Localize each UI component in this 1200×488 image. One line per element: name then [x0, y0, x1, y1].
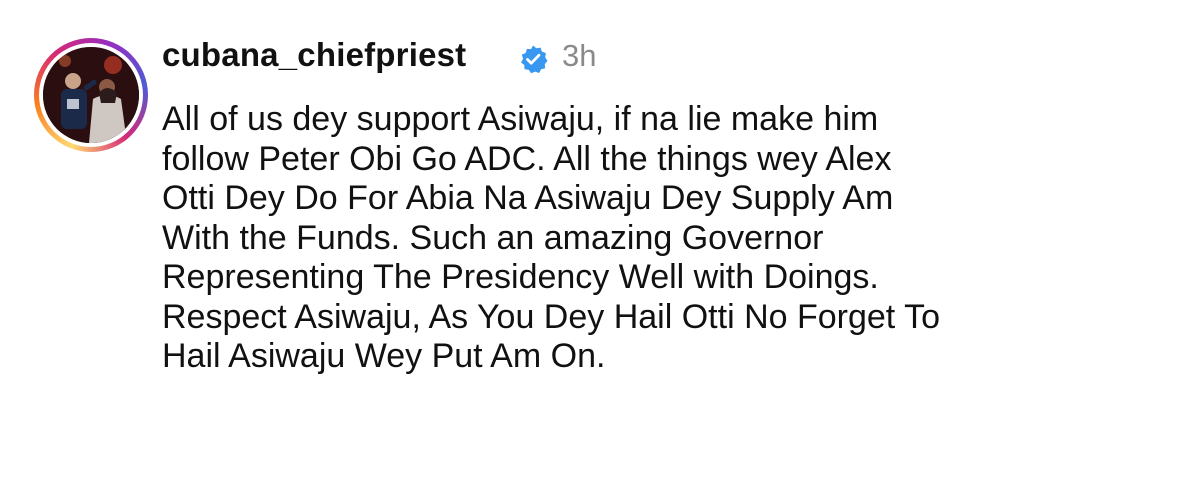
- instagram-comment: cubana_chiefpriest 3h All of us dey supp…: [0, 0, 1200, 488]
- comment-text-line: All of us dey support Asiwaju, if na lie…: [162, 100, 879, 138]
- comment-text-line: Representing The Presidency Well with Do…: [162, 258, 879, 296]
- comment-text-line: With the Funds. Such an amazing Governor: [162, 218, 824, 257]
- comment-text-line: Respect Asiwaju, As You Dey Hail Otti No…: [162, 297, 940, 336]
- avatar[interactable]: [43, 47, 139, 143]
- comment-text-line: Hail Asiwaju Wey Put Am On.: [162, 337, 606, 375]
- verified-badge-icon: [521, 45, 548, 74]
- comment-text-line: follow Peter Obi Go ADC. All the things …: [162, 139, 892, 178]
- story-ring[interactable]: [34, 38, 148, 152]
- username[interactable]: cubana_chiefpriest: [162, 36, 466, 74]
- comment-text: All of us dey support Asiwaju, if na lie…: [162, 100, 1172, 377]
- comment-text-line: Otti Dey Do For Abia Na Asiwaju Dey Supp…: [162, 179, 894, 217]
- timestamp: 3h: [562, 38, 597, 73]
- avatar-photo: [43, 47, 139, 143]
